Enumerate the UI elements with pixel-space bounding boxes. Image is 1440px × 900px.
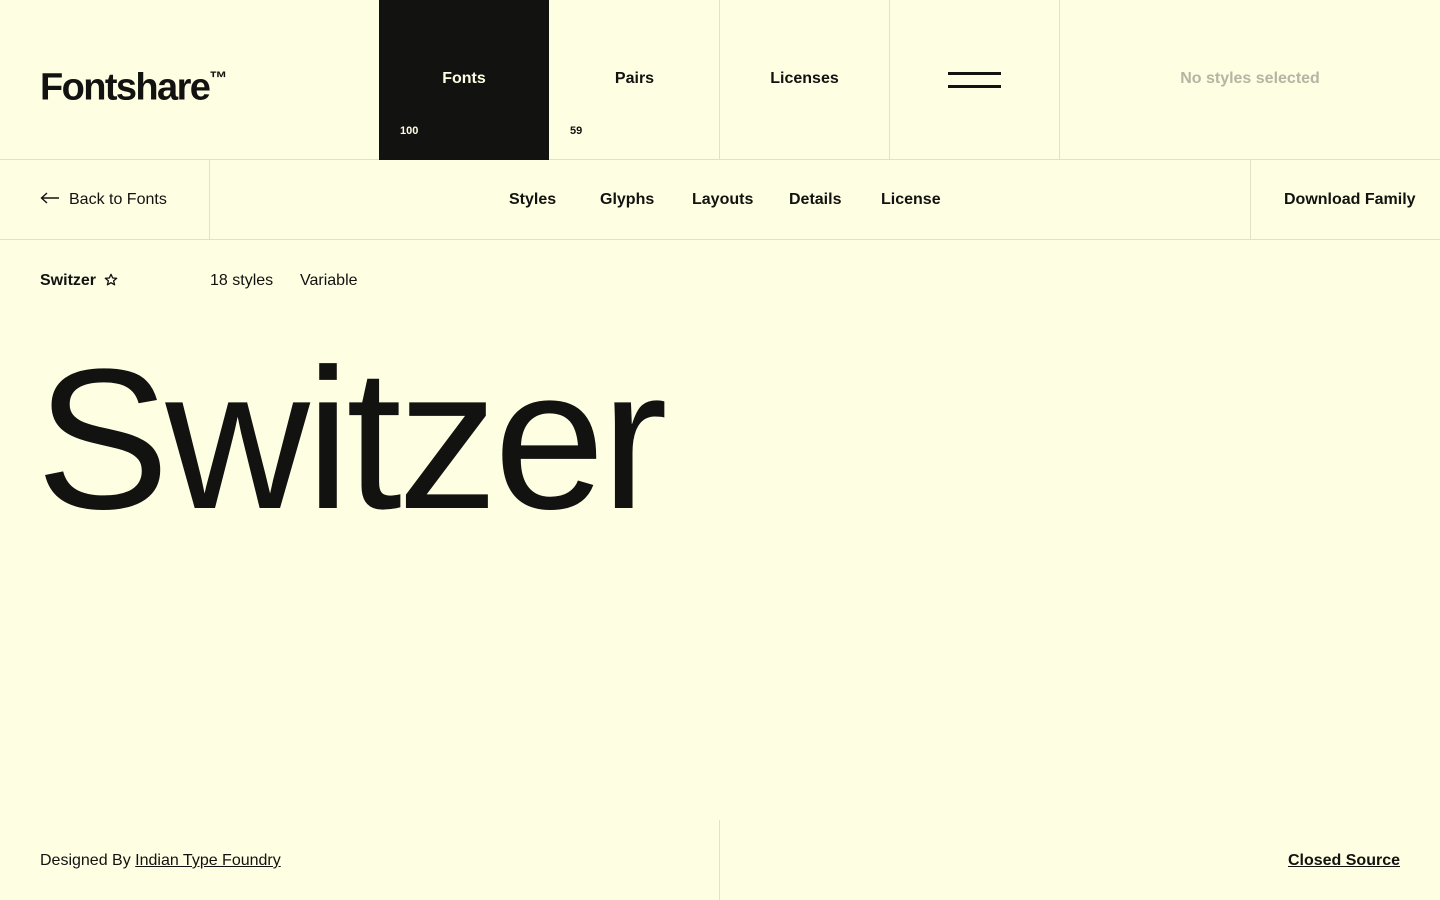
nav-pairs-count: 59 xyxy=(570,125,583,137)
designed-by-label: Designed By xyxy=(40,852,131,869)
variable-tag: Variable xyxy=(300,272,358,289)
download-family-label: Download Family xyxy=(1284,191,1416,208)
styles-count: 18 styles xyxy=(210,272,274,289)
nav-pairs-label: Pairs xyxy=(614,70,655,87)
menu-button[interactable] xyxy=(890,0,1060,160)
download-family-button[interactable]: Download Family xyxy=(1250,160,1440,240)
logo[interactable]: Fontshare™ xyxy=(40,58,227,110)
tab-styles[interactable]: Styles xyxy=(509,191,556,209)
nav-fonts-count: 100 xyxy=(400,125,419,137)
nav-fonts-label: Fonts xyxy=(442,70,486,87)
source-info: Closed Source xyxy=(1288,852,1400,870)
nav-licenses-label: Licenses xyxy=(770,70,839,87)
hamburger-icon xyxy=(948,72,1001,88)
closed-source-link[interactable]: Closed Source xyxy=(1288,852,1400,869)
top-header: Fontshare™ Fonts 100 Pairs 59 Licenses N… xyxy=(0,0,1440,160)
page: Fontshare™ Fonts 100 Pairs 59 Licenses N… xyxy=(0,0,1440,900)
styles-selection-status: No styles selected xyxy=(1180,70,1320,87)
back-to-fonts-label: Back to Fonts xyxy=(69,191,167,208)
nav-licenses[interactable]: Licenses xyxy=(720,0,890,160)
font-subnav: Back to Fonts Styles Glyphs Layouts Deta… xyxy=(0,160,1440,240)
trademark-mark: ™ xyxy=(209,68,228,88)
font-family-name: Switzer xyxy=(40,272,97,289)
designer-link[interactable]: Indian Type Foundry xyxy=(135,852,281,869)
star-outline-icon[interactable] xyxy=(104,273,118,287)
tab-layouts[interactable]: Layouts xyxy=(692,191,753,209)
page-footer: Designed By Indian Type Foundry Closed S… xyxy=(0,820,1440,900)
tab-license[interactable]: License xyxy=(881,191,941,209)
arrow-left-icon xyxy=(40,192,59,204)
tab-glyphs[interactable]: Glyphs xyxy=(600,191,654,209)
back-to-fonts-link[interactable]: Back to Fonts xyxy=(0,160,210,240)
nav-fonts[interactable]: Fonts 100 xyxy=(379,0,549,160)
tab-details[interactable]: Details xyxy=(789,191,841,209)
font-specimen: Switzer xyxy=(36,328,668,551)
footer-divider xyxy=(719,820,720,900)
designer-credit: Designed By Indian Type Foundry xyxy=(40,852,281,870)
nav-pairs[interactable]: Pairs 59 xyxy=(550,0,720,160)
